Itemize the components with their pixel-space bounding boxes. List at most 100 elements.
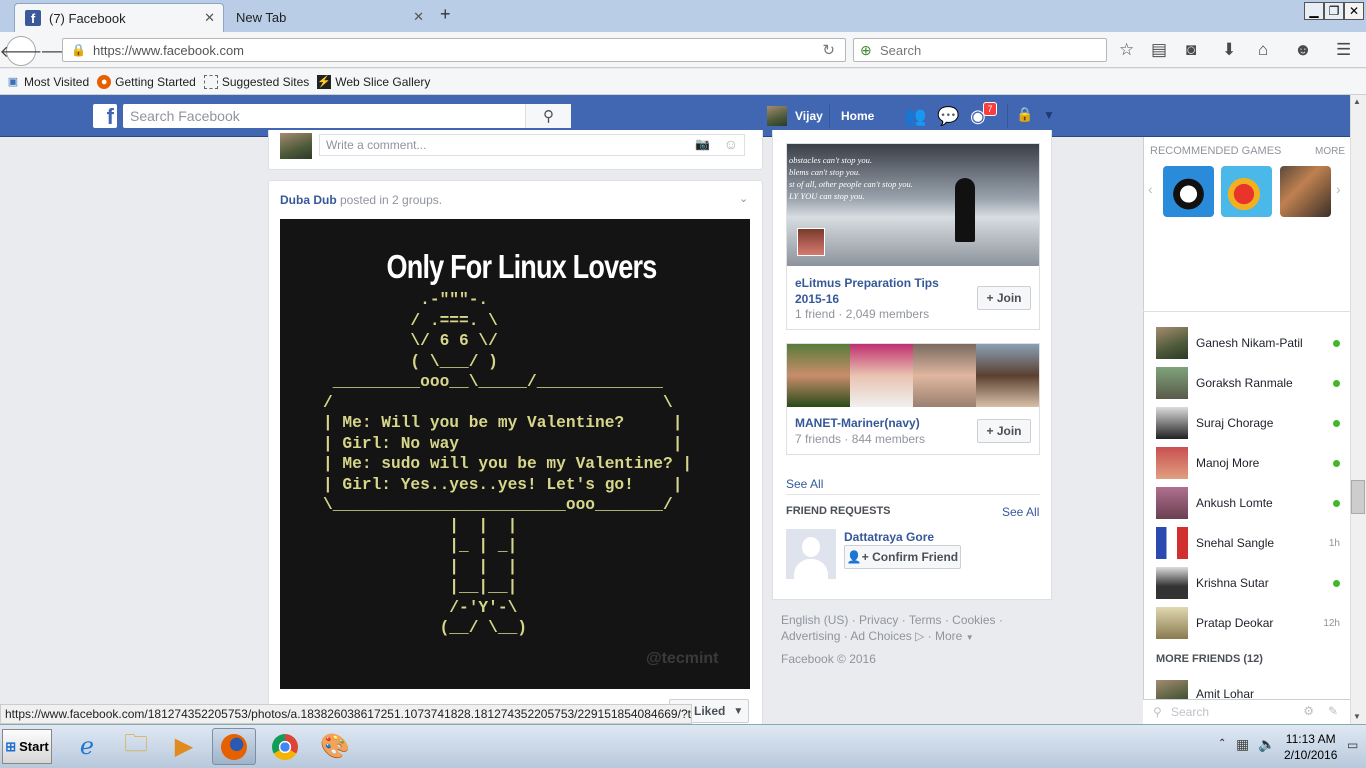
system-clock[interactable]: 11:13 AM 2/10/2016 — [1284, 731, 1337, 763]
url-bar[interactable]: 🔒 https://www.facebook.com ↻ — [62, 38, 846, 62]
chevron-left-icon[interactable]: ‹ — [1148, 181, 1153, 197]
pocket-icon[interactable]: ◙ — [1186, 40, 1196, 60]
search-icon[interactable]: ⚲ — [525, 104, 571, 128]
tab-facebook[interactable]: f (7) Facebook ✕ — [14, 3, 224, 32]
footer-link[interactable]: Terms — [909, 613, 942, 627]
bookmark-label: Suggested Sites — [221, 74, 310, 89]
messages-icon[interactable]: 💬 — [937, 106, 959, 127]
close-tab-icon[interactable]: ✕ — [413, 9, 424, 25]
group-name-link[interactable]: eLitmus Preparation Tips 2015-16 — [795, 275, 965, 307]
menu-icon[interactable]: ☰ — [1336, 40, 1351, 60]
compose-icon[interactable]: ✎ — [1328, 704, 1338, 718]
user-avatar[interactable] — [767, 106, 787, 126]
chevron-right-icon[interactable]: › — [1336, 181, 1341, 197]
page-scrollbar[interactable] — [1350, 95, 1366, 724]
request-name-link[interactable]: Dattatraya Gore — [844, 530, 934, 544]
back-button[interactable]: 🡐 — [0, 36, 42, 66]
user-name-link[interactable]: Vijay — [795, 109, 823, 123]
privacy-lock-icon[interactable]: 🔒 — [1016, 106, 1033, 123]
bookmark-getting-started[interactable]: ● Getting Started — [97, 74, 196, 89]
chat-friend-item[interactable]: Manoj More — [1156, 447, 1340, 479]
search-engine-icon: ⊕ — [860, 42, 872, 58]
bookmark-web-slice-gallery[interactable]: ⚡ Web Slice Gallery — [317, 74, 430, 89]
friend-avatar — [1156, 607, 1188, 639]
post-options-chevron-down-icon[interactable]: ⌄ — [739, 192, 748, 205]
chat-friend-item[interactable]: Pratap Deokar 12h — [1156, 607, 1340, 639]
media-player-icon[interactable]: ▶ — [162, 728, 206, 765]
web-slice-icon: ⚡ — [317, 74, 332, 89]
reload-icon[interactable]: ↻ — [822, 41, 835, 59]
chat-friend-item[interactable]: Snehal Sangle 1h — [1156, 527, 1340, 559]
bookmark-star-icon[interactable]: ☆ — [1119, 40, 1134, 60]
online-dot-icon — [1333, 499, 1340, 507]
join-group-button[interactable]: + Join — [977, 419, 1031, 443]
browser-search-input[interactable]: ⊕ Search — [853, 38, 1107, 62]
chat-search-input[interactable]: ⚲ Search ⚙ ✎ — [1143, 699, 1350, 724]
minimize-button[interactable]: ▁ — [1304, 2, 1324, 20]
scroll-up-icon[interactable]: ▲ — [1353, 97, 1361, 106]
group-cover-image[interactable]: obstacles can't stop you. blems can't st… — [787, 144, 1039, 266]
search-placeholder: Search — [880, 42, 922, 58]
paint-icon[interactable]: 🎨 — [313, 728, 357, 765]
footer-link[interactable]: English (US) — [781, 613, 848, 627]
games-more-link[interactable]: MORE — [1315, 146, 1345, 157]
downloads-icon[interactable]: ⬇ — [1222, 40, 1236, 60]
see-all-requests-link[interactable]: See All — [1002, 505, 1039, 519]
volume-muted-icon[interactable]: 🔈 — [1258, 736, 1275, 753]
cover-quote: obstacles can't stop you. blems can't st… — [789, 155, 913, 201]
home-link[interactable]: Home — [841, 109, 874, 123]
footer-link[interactable]: Cookies — [952, 613, 995, 627]
bookmark-most-visited[interactable]: ▣ Most Visited — [6, 75, 89, 89]
show-hidden-icons-icon[interactable]: ⌃ — [1218, 738, 1226, 749]
scrollbar-thumb[interactable] — [1351, 480, 1365, 514]
firefox-icon[interactable] — [212, 728, 256, 765]
show-desktop-icon[interactable]: ▭ — [1347, 738, 1358, 752]
game-candy-crush-icon[interactable] — [1221, 166, 1272, 217]
group-name-link[interactable]: MANET-Mariner(navy) — [795, 416, 920, 430]
footer-link[interactable]: Privacy — [859, 613, 898, 627]
home-icon[interactable]: ⌂ — [1258, 40, 1268, 60]
close-window-button[interactable]: ✕ — [1344, 2, 1364, 20]
group-cover-image[interactable] — [787, 344, 1039, 407]
chat-friend-item[interactable]: Krishna Sutar — [1156, 567, 1340, 599]
start-button[interactable]: ⊞ Start — [2, 729, 52, 764]
account-menu-icon[interactable]: ▼ — [1043, 108, 1055, 122]
reading-list-icon[interactable]: ▤ — [1151, 40, 1167, 60]
plus-icon[interactable]: + — [440, 4, 451, 25]
bookmark-suggested-sites[interactable]: Suggested Sites — [203, 74, 310, 89]
default-avatar-icon[interactable] — [786, 529, 836, 579]
file-explorer-icon[interactable]: 🗀 — [114, 728, 158, 765]
facebook-search-input[interactable]: Search Facebook ⚲ — [123, 104, 571, 128]
footer-link[interactable]: Advertising — [781, 629, 840, 643]
internet-explorer-icon[interactable]: ℯ — [65, 728, 109, 765]
chat-friend-item[interactable]: Ankush Lomte — [1156, 487, 1340, 519]
comment-input[interactable]: Write a comment... 📷 ☺ — [319, 134, 745, 156]
game-soldier-icon[interactable] — [1280, 166, 1331, 217]
friend-requests-title: FRIEND REQUESTS — [786, 505, 891, 517]
chat-friend-item[interactable]: Ganesh Nikam-Patil — [1156, 327, 1340, 359]
chat-friend-item[interactable]: Amit Lohar — [1156, 680, 1340, 699]
footer-link[interactable]: Ad Choices — [850, 629, 911, 643]
facebook-logo-icon[interactable]: f — [93, 104, 117, 128]
confirm-friend-button[interactable]: 👤+ Confirm Friend — [844, 545, 961, 569]
maximize-button[interactable]: ❐ — [1324, 2, 1344, 20]
chat-friend-item[interactable]: Suraj Chorage — [1156, 407, 1340, 439]
close-tab-icon[interactable]: ✕ — [204, 10, 215, 26]
chrome-icon[interactable] — [263, 728, 307, 765]
see-all-groups-link[interactable]: See All — [786, 477, 823, 491]
emoji-icon[interactable]: ☺ — [724, 136, 738, 152]
join-group-button[interactable]: + Join — [977, 286, 1031, 310]
image-title: Only For Linux Lovers — [386, 248, 658, 285]
chat-friend-item[interactable]: Goraksh Ranmale — [1156, 367, 1340, 399]
gear-icon[interactable]: ⚙ — [1303, 704, 1314, 718]
footer-more-link[interactable]: More — [935, 629, 962, 643]
scroll-down-icon[interactable]: ▼ — [1353, 712, 1361, 721]
post-author-link[interactable]: Duba Dub — [280, 193, 337, 207]
tab-new-tab[interactable]: New Tab ✕ — [226, 3, 432, 32]
game-8-ball-pool-icon[interactable] — [1163, 166, 1214, 217]
network-icon[interactable]: ▦ — [1236, 736, 1249, 753]
camera-icon[interactable]: 📷 — [695, 137, 710, 151]
divider — [1143, 311, 1350, 312]
friend-requests-icon[interactable]: 👥 — [904, 106, 926, 127]
chat-icon[interactable]: ☻ — [1294, 40, 1312, 60]
